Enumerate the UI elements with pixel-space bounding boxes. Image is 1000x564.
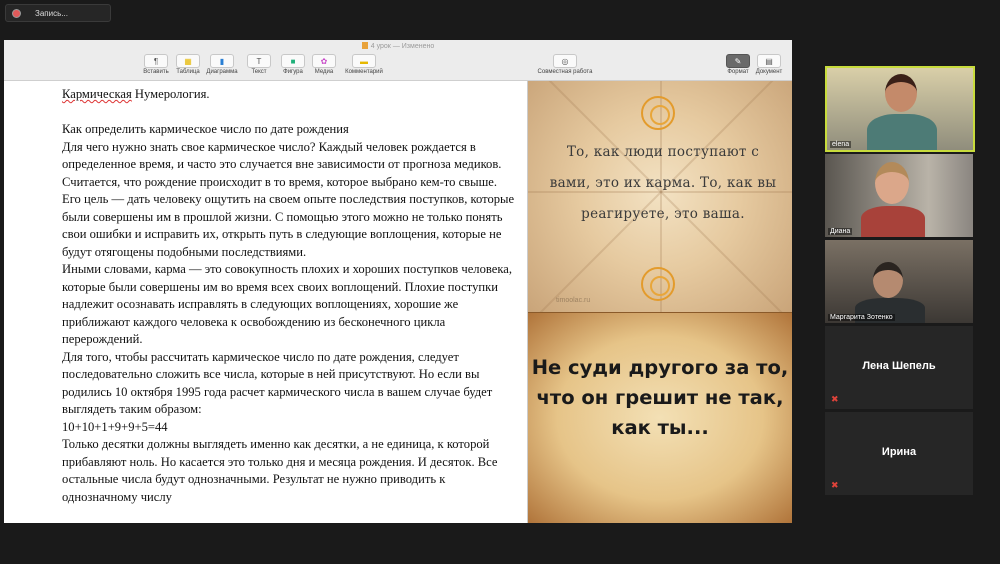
mic-muted-icon: ✖ xyxy=(831,480,839,490)
sun-spiral-icon xyxy=(641,96,675,130)
media-icon: ✿ xyxy=(312,54,336,68)
text-label: Текст xyxy=(251,69,267,75)
media-label: Медиа xyxy=(314,69,334,75)
insert-label: Вставить xyxy=(143,69,169,75)
doc-heading: Кармическая Нумерология. xyxy=(62,86,517,104)
document-icon: ▤ xyxy=(757,54,781,68)
participant-tile-irina[interactable]: Ирина ✖ xyxy=(825,412,973,495)
participant-name: Маргарита Зотенко xyxy=(828,314,895,321)
image-watermark: timoolac.ru xyxy=(556,297,591,304)
table-label: Таблица xyxy=(176,69,200,75)
chart-button[interactable]: ▮ Диаграмма xyxy=(202,54,242,75)
chart-icon: ▮ xyxy=(210,54,234,68)
participant-face xyxy=(885,74,917,112)
shape-label: Фигура xyxy=(283,69,303,75)
karma-quote-text: То, как люди поступают с вами, это их ка… xyxy=(549,144,777,222)
collaborate-label: Совместная работа xyxy=(537,69,593,75)
zoom-meeting-screen: Запись... 4 урок — Изменено ¶ Вставить ▦ Т… xyxy=(0,0,1000,564)
shape-icon: ■ xyxy=(281,54,305,68)
paragraph-5: 10+10+1+9+9+5=44 xyxy=(62,419,168,434)
participant-face xyxy=(875,162,909,204)
table-icon: ▦ xyxy=(176,54,200,68)
comment-label: Комментарий xyxy=(345,69,383,75)
participant-face xyxy=(873,262,903,298)
participant-tile-lena[interactable]: Лена Шепель ✖ xyxy=(825,326,973,409)
paragraph-3: Иными словами, карма — это совокупность … xyxy=(62,262,513,346)
toolbar: ¶ Вставить ▦ Таблица ▮ Диаграмма T Текст ■ Фи… xyxy=(4,53,792,81)
participant-tile-elena[interactable]: elena xyxy=(825,66,975,152)
heading-word: Кармическая xyxy=(62,87,132,101)
document-title-text: 4 урок — Изменено xyxy=(370,43,435,50)
text-icon: T xyxy=(247,54,271,68)
paragraph-6: Только десятки должны выглядеть именно к… xyxy=(62,437,498,504)
comment-icon: ▬ xyxy=(352,54,376,68)
document-text-area[interactable]: Кармическая Нумерология. Как определить … xyxy=(4,81,527,523)
participant-body xyxy=(861,206,925,237)
participant-name: Диана xyxy=(828,228,853,235)
collaborate-button[interactable]: ◎ Совместная работа xyxy=(535,54,595,75)
media-button[interactable]: ✿ Медиа xyxy=(304,54,344,75)
participant-name: Ирина xyxy=(881,446,917,458)
heading-rest: Нумерология. xyxy=(131,87,210,101)
participant-name: elena xyxy=(830,141,852,148)
participant-body xyxy=(867,114,937,150)
karma-quote-image[interactable]: То, как люди поступают с вами, это их ка… xyxy=(528,81,792,312)
shared-document-window: 4 урок — Изменено ¶ Вставить ▦ Таблица ▮ Ди… xyxy=(4,40,792,523)
pages-doc-icon xyxy=(361,42,368,49)
chart-label: Диаграмма xyxy=(206,69,238,75)
paragraph-1: Как определить кармическое число по дате… xyxy=(62,122,349,136)
judge-quote-text: Не суди другого за то, что он грешит не … xyxy=(531,356,789,439)
paragraph-2: Для чего нужно знать свое кармическое чи… xyxy=(62,139,515,259)
recording-label: Запись... xyxy=(35,8,68,18)
participant-tile-diana[interactable]: Диана xyxy=(825,154,973,237)
sun-spiral-icon xyxy=(641,267,675,301)
judge-quote-image[interactable]: Не суди другого за то, что он грешит не … xyxy=(528,312,792,523)
paragraph-4: Для того, чтобы рассчитать кармическое ч… xyxy=(62,349,493,417)
document-button[interactable]: ▤ Документ xyxy=(749,54,789,75)
record-icon xyxy=(12,8,21,18)
document-label: Документ xyxy=(755,69,783,75)
mic-muted-icon: ✖ xyxy=(831,394,839,404)
participant-name: Лена Шепель xyxy=(862,360,936,372)
recording-indicator[interactable]: Запись... xyxy=(5,4,111,22)
format-label: Формат xyxy=(727,69,749,75)
paragraph-icon: ¶ xyxy=(144,54,168,68)
format-brush-icon: ✎ xyxy=(726,54,750,68)
participant-tile-margarita[interactable]: Маргарита Зотенко xyxy=(825,240,973,323)
document-title: 4 урок — Изменено xyxy=(4,40,792,53)
document-content: Кармическая Нумерология. Как определить … xyxy=(4,81,792,523)
comment-button[interactable]: ▬ Комментарий xyxy=(344,54,384,75)
collaborate-icon: ◎ xyxy=(553,54,577,68)
